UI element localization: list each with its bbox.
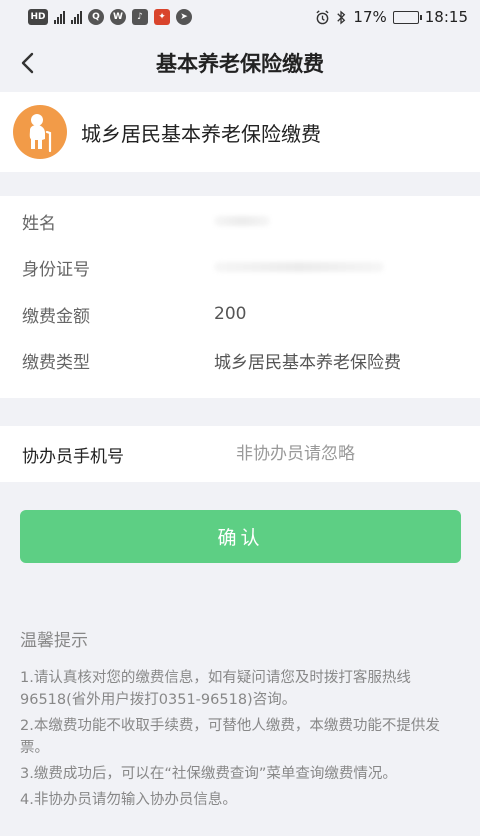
name-value-blurred: [214, 211, 270, 231]
amount-row: 缴费金额 200: [0, 291, 480, 337]
wechat-icon: W: [110, 9, 126, 25]
tips-title: 温馨提示: [20, 631, 88, 651]
assistant-phone-label: 协办员手机号: [22, 446, 124, 467]
name-row: 姓名: [0, 198, 480, 244]
tip-item: 3.缴费成功后，可以在“社保缴费查询”菜单查询缴费情况。: [20, 766, 397, 782]
status-left-icons: HD Q W ♪ ✦ ➤: [28, 9, 192, 25]
bluetooth-icon: [337, 9, 346, 25]
tip-item: 1.请认真核对您的缴费信息，如有疑问请您及时拨打客服热线96518(省外用户拨打…: [20, 670, 411, 708]
back-button[interactable]: [16, 50, 38, 76]
payment-type-label: 缴费类型: [22, 352, 90, 373]
signal-icon: [71, 10, 82, 24]
amount-label: 缴费金额: [22, 306, 90, 327]
elderly-person-icon: [13, 105, 67, 159]
nav-bar: 基本养老保险缴费: [0, 34, 480, 92]
confirm-button[interactable]: 确认: [20, 510, 461, 563]
status-right: 17% 18:15: [315, 8, 468, 26]
hd-icon: HD: [28, 9, 48, 25]
service-title: 城乡居民基本养老保险缴费: [81, 121, 321, 146]
payment-type-row: 缴费类型 城乡居民基本养老保险费: [0, 337, 480, 383]
page-title: 基本养老保险缴费: [156, 52, 324, 76]
alarm-icon: [316, 9, 329, 24]
notification-icon: ♪: [132, 9, 148, 25]
service-header: 城乡居民基本养老保险缴费: [0, 92, 480, 172]
assistant-phone-row: 协办员手机号: [0, 426, 480, 482]
elderly-figure-icon: [29, 114, 52, 152]
tip-item: 4.非协办员请勿输入协办员信息。: [20, 792, 237, 808]
name-label: 姓名: [22, 213, 56, 234]
id-number-label: 身份证号: [22, 259, 90, 280]
tip-item: 2.本缴费功能不收取手续费，可替他人缴费，本缴费功能不提供发票。: [20, 718, 440, 756]
id-number-value-blurred: [214, 257, 384, 277]
battery-percent: 17%: [353, 8, 387, 26]
status-bar: HD Q W ♪ ✦ ➤ 17% 18:15: [0, 0, 480, 34]
app-icon: ✦: [154, 9, 170, 25]
navigation-icon: ➤: [176, 9, 192, 25]
payment-type-value: 城乡居民基本养老保险费: [214, 352, 401, 373]
amount-value: 200: [214, 304, 247, 324]
chevron-left-icon: [21, 52, 34, 74]
4g-signal-icon: [54, 10, 65, 24]
clock: 18:15: [424, 8, 468, 26]
payment-info-card: 姓名 身份证号 缴费金额 200 缴费类型 城乡居民基本养老保险费: [0, 196, 480, 398]
battery-icon: [392, 10, 422, 24]
assistant-phone-input[interactable]: [236, 439, 456, 469]
id-number-row: 身份证号: [0, 244, 480, 290]
tips-section: 温馨提示 1.请认真核对您的缴费信息，如有疑问请您及时拨打客服热线96518(省…: [20, 626, 464, 815]
qq-icon: Q: [88, 9, 104, 25]
